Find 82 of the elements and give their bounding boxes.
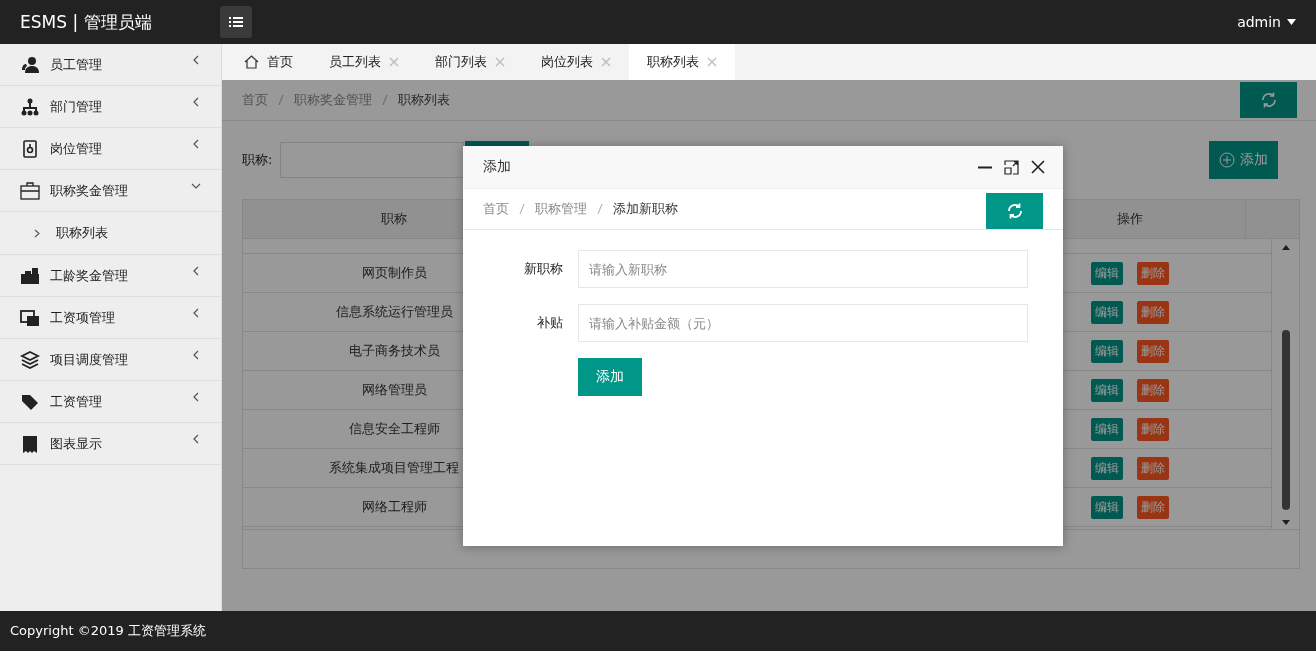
sidebar-item[interactable]: 部门管理	[0, 86, 221, 128]
breadcrumb-link[interactable]: 添加新职称	[613, 200, 678, 218]
submit-button[interactable]: 添加	[578, 358, 642, 396]
sidebar-subitem[interactable]: 职称列表	[0, 212, 221, 255]
breadcrumb-separator	[382, 94, 388, 106]
refresh-icon	[1259, 91, 1278, 109]
sidebar-item[interactable]: 员工管理	[0, 44, 221, 86]
edit-button[interactable]: 编辑	[1091, 339, 1123, 363]
breadcrumb-separator	[597, 203, 603, 215]
user-menu[interactable]: admin	[1237, 14, 1296, 30]
search-label: 职称:	[242, 151, 273, 169]
breadcrumb-link[interactable]: 首页	[242, 91, 268, 109]
delete-button[interactable]: 删除	[1137, 495, 1169, 519]
plus-circle-icon	[1219, 152, 1235, 168]
table-cell: 系统集成项目管理工程	[329, 460, 459, 475]
briefcase-icon	[20, 181, 40, 200]
refresh-icon	[1005, 202, 1024, 220]
scroll-up-icon[interactable]	[1281, 245, 1290, 250]
tag-icon	[20, 392, 40, 411]
table-cell: 网络工程师	[361, 499, 427, 514]
layers-icon	[20, 350, 40, 369]
delete-button[interactable]: 删除	[1137, 456, 1169, 480]
delete-button[interactable]: 删除	[1137, 261, 1169, 285]
delete-button[interactable]: 删除	[1137, 339, 1169, 363]
input-field[interactable]: 请输入补贴金额（元）	[578, 304, 1028, 342]
menu-button[interactable]	[220, 6, 252, 38]
tab[interactable]: 职称列表	[629, 44, 735, 80]
scroll-down-icon[interactable]	[1281, 520, 1290, 525]
home-icon	[244, 55, 259, 69]
sidebar-item[interactable]: 图表显示	[0, 423, 221, 465]
app-title: ESMS | 管理员端	[20, 10, 153, 34]
field-label: 补贴	[536, 314, 564, 332]
dialog-title: 添加	[483, 158, 511, 176]
breadcrumb-link[interactable]: 职称奖金管理	[294, 91, 372, 109]
field-label: 新职称	[523, 260, 564, 278]
tab[interactable]: 岗位列表	[523, 44, 629, 80]
breadcrumb-separator	[519, 203, 525, 215]
receipt-icon	[20, 434, 40, 453]
table-cell: 网络管理员	[361, 382, 427, 397]
refresh-button[interactable]	[1240, 82, 1297, 118]
delete-button[interactable]: 删除	[1137, 300, 1169, 324]
table-cell: 信息系统运行管理员	[335, 304, 453, 319]
sidebar-item[interactable]: 职称奖金管理	[0, 170, 221, 212]
chevron-right-icon	[34, 228, 40, 238]
breadcrumb-link[interactable]: 职称列表	[398, 91, 450, 109]
sidebar-item[interactable]: 工资管理	[0, 381, 221, 423]
close-icon[interactable]	[1031, 160, 1045, 174]
users-icon	[20, 55, 40, 74]
sitemap-icon	[20, 97, 40, 116]
edit-button[interactable]: 编辑	[1091, 417, 1123, 441]
column-header: 操作	[1116, 210, 1144, 228]
delete-button[interactable]: 删除	[1137, 417, 1169, 441]
search-field[interactable]	[280, 142, 465, 178]
delete-button[interactable]: 删除	[1137, 378, 1169, 402]
column-header: 职称	[380, 210, 408, 228]
scroll-thumb[interactable]	[1281, 330, 1290, 510]
edit-button[interactable]: 编辑	[1091, 300, 1123, 324]
footer-text: Copyright ©2019 工资管理系统	[0, 611, 1316, 651]
add-button[interactable]: 添加	[1209, 141, 1278, 179]
edit-button[interactable]: 编辑	[1091, 261, 1123, 285]
refresh-button[interactable]	[986, 193, 1043, 229]
sidebar-item[interactable]: 项目调度管理	[0, 339, 221, 381]
edit-button[interactable]: 编辑	[1091, 456, 1123, 480]
sidebar-item[interactable]: 岗位管理	[0, 128, 221, 170]
tab[interactable]: 部门列表	[417, 44, 523, 80]
badge-icon	[20, 139, 40, 158]
breadcrumb-separator	[278, 94, 284, 106]
edit-button[interactable]: 编辑	[1091, 495, 1123, 519]
breadcrumb-link[interactable]: 首页	[483, 200, 509, 218]
tab[interactable]: 员工列表	[311, 44, 417, 80]
maximize-icon[interactable]	[1004, 159, 1019, 175]
table-cell: 信息安全工程师	[348, 421, 440, 436]
table-cell: 网页制作员	[361, 265, 427, 280]
sidebar-item[interactable]: 工资项管理	[0, 297, 221, 339]
sidebar-item[interactable]: 工龄奖金管理	[0, 255, 221, 297]
menu-icon	[229, 16, 243, 28]
edit-button[interactable]: 编辑	[1091, 378, 1123, 402]
table-cell: 电子商务技术员	[348, 343, 440, 358]
input-field[interactable]: 请输入新职称	[578, 250, 1028, 288]
breadcrumb-link[interactable]: 职称管理	[535, 200, 587, 218]
caret-icon	[1287, 19, 1296, 25]
tab[interactable]: 首页	[226, 44, 311, 80]
